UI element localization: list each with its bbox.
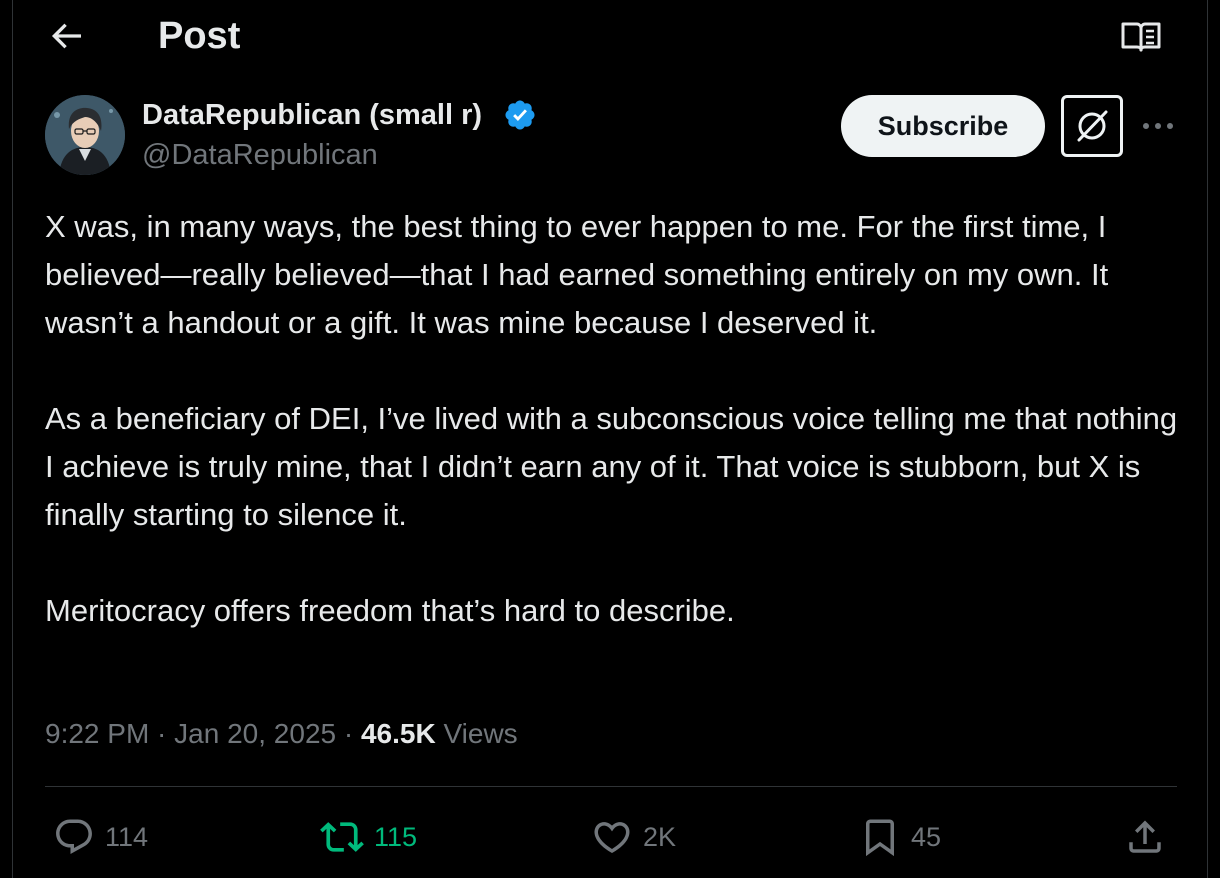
bookmark-count: 45 [911,821,942,852]
post-paragraph: X was, in many ways, the best thing to e… [45,209,1117,340]
avatar-image [45,95,125,175]
book-open-icon [1121,22,1161,52]
post-date[interactable]: Jan 20, 2025 [174,718,336,749]
views-label: Views [443,718,518,749]
back-button[interactable] [46,16,86,56]
subscribe-button[interactable]: Subscribe [841,95,1045,157]
page-title: Post [158,15,241,57]
arrow-left-icon [51,23,81,49]
reply-icon [56,819,92,854]
reader-mode-button[interactable] [1120,18,1162,56]
repost-icon [320,822,364,852]
bookmark-icon [866,819,894,857]
grok-button[interactable] [1061,95,1123,157]
repost-count: 115 [374,821,418,852]
repost-button[interactable]: 115 [320,812,417,862]
views-count: 46.5K [360,718,436,749]
author-handle[interactable]: @DataRepublican [142,137,378,173]
like-button[interactable]: 2K [591,812,676,862]
meta-separator: · [336,718,361,749]
avatar[interactable] [45,95,125,175]
post-time[interactable]: 9:22 PM [45,718,149,749]
post-paragraph: As a beneficiary of DEI, I’ve lived with… [45,401,1186,532]
post-text: X was, in many ways, the best thing to e… [45,203,1180,683]
author-name[interactable]: DataRepublican (small r) [142,97,482,133]
like-icon [594,822,630,854]
bookmark-button[interactable]: 45 [859,812,941,862]
like-count: 2K [643,821,677,852]
reply-button[interactable]: 114 [53,812,148,862]
reply-count: 114 [105,821,149,852]
more-options-button[interactable] [1138,110,1178,142]
meta-separator: · [149,718,175,749]
post-meta: 9:22 PM · Jan 20, 2025 · 46.5K Views [45,714,518,754]
verified-badge-icon [505,100,535,130]
more-horizontal-icon [1143,123,1173,129]
post-paragraph: Meritocracy offers freedom that’s hard t… [45,593,735,628]
divider [45,786,1177,787]
share-icon [1129,820,1161,853]
share-button[interactable] [1124,812,1166,862]
grok-icon [1077,110,1108,142]
